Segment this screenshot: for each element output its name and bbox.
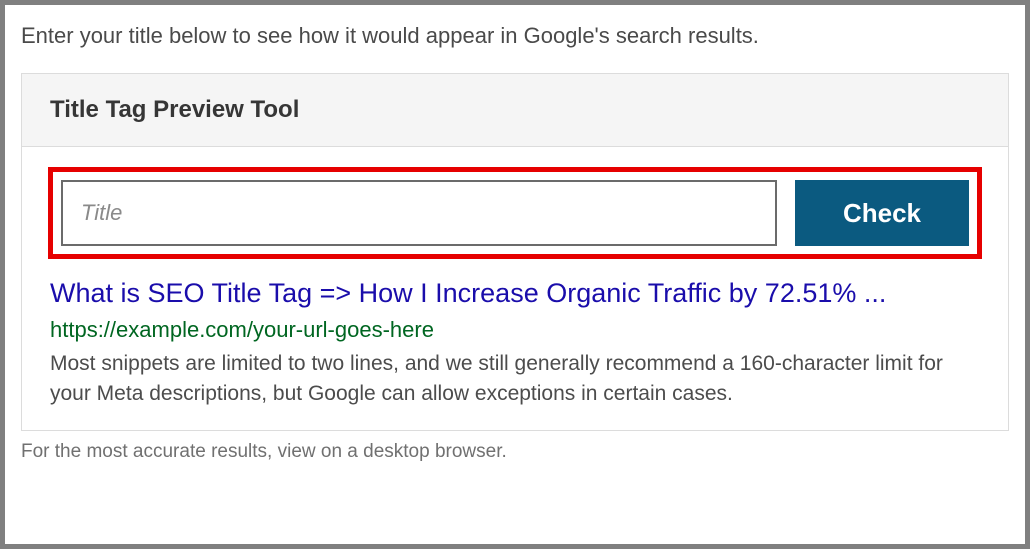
footnote-text: For the most accurate results, view on a… (21, 441, 1009, 463)
title-input[interactable] (61, 180, 777, 246)
intro-text: Enter your title below to see how it wou… (21, 23, 1009, 49)
serp-title: What is SEO Title Tag => How I Increase … (50, 275, 980, 311)
serp-preview: What is SEO Title Tag => How I Increase … (48, 275, 982, 408)
input-highlight-frame: Check (48, 167, 982, 259)
serp-description: Most snippets are limited to two lines, … (50, 349, 980, 408)
tool-header: Title Tag Preview Tool (22, 74, 1008, 147)
tool-body: Check What is SEO Title Tag => How I Inc… (22, 147, 1008, 430)
check-button[interactable]: Check (795, 180, 969, 246)
tool-card: Title Tag Preview Tool Check What is SEO… (21, 73, 1009, 431)
tool-header-title: Title Tag Preview Tool (50, 96, 980, 124)
tool-panel: Enter your title below to see how it wou… (5, 5, 1025, 544)
serp-url: https://example.com/your-url-goes-here (50, 317, 980, 343)
